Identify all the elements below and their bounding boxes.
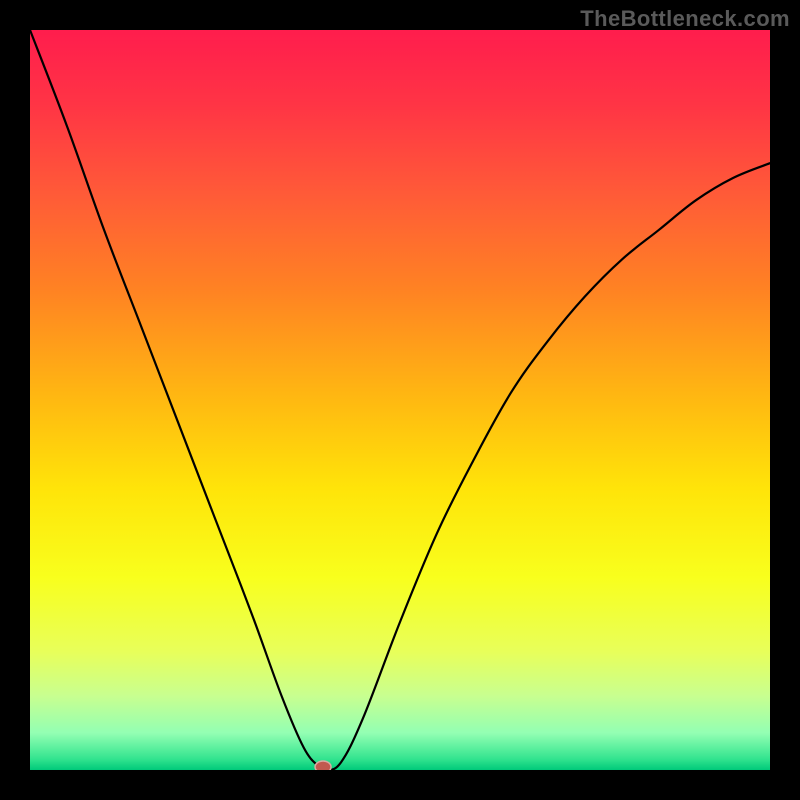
bottleneck-chart	[0, 0, 800, 800]
chart-frame: TheBottleneck.com	[0, 0, 800, 800]
chart-heat-background	[30, 30, 770, 770]
watermark-text: TheBottleneck.com	[580, 6, 790, 32]
